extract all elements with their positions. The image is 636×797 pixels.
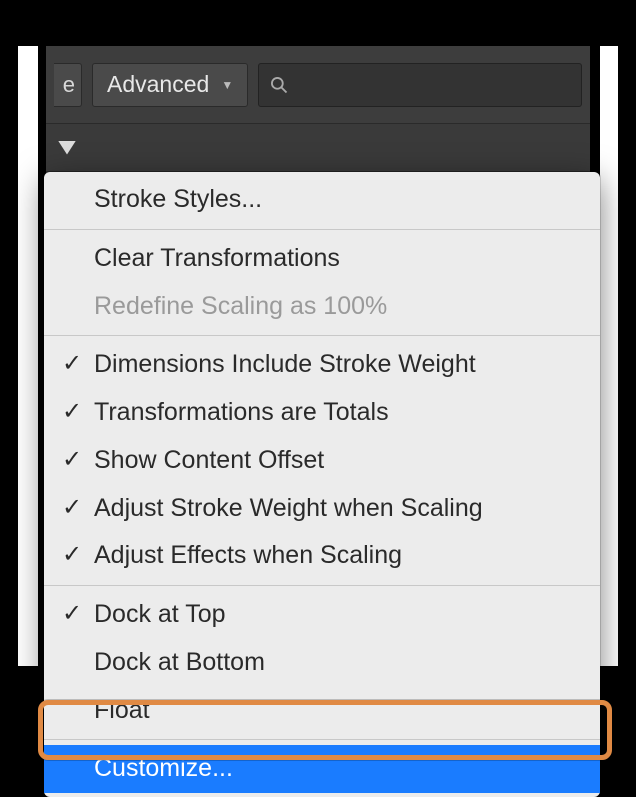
menu-item-adjust-stroke-weight-when-scaling[interactable]: Adjust Stroke Weight when Scaling (44, 485, 600, 533)
menu-item-stroke-styles[interactable]: Stroke Styles... (44, 176, 600, 224)
menu-item-clear-transformations[interactable]: Clear Transformations (44, 235, 600, 283)
menu-separator (44, 229, 600, 230)
tab-fragment[interactable]: e (54, 63, 82, 107)
menu-separator (44, 335, 600, 336)
menu-item-adjust-effects-when-scaling[interactable]: Adjust Effects when Scaling (44, 532, 600, 580)
menu-item-dimensions-include-stroke-weight[interactable]: Dimensions Include Stroke Weight (44, 341, 600, 389)
menu-item-dock-at-top[interactable]: Dock at Top (44, 591, 600, 639)
frame: e Advanced ▼ Stroke Styles... Clear Trans… (8, 8, 628, 776)
advanced-label: Advanced (107, 71, 209, 98)
panel-header (46, 124, 590, 172)
menu-item-show-content-offset[interactable]: Show Content Offset (44, 437, 600, 485)
menu-item-transformations-are-totals[interactable]: Transformations are Totals (44, 389, 600, 437)
search-input[interactable] (258, 63, 582, 107)
search-icon (269, 75, 289, 95)
panel-menu: Stroke Styles... Clear TransformationsRed… (44, 172, 600, 797)
chevron-down-icon: ▼ (221, 78, 233, 92)
panel-menu-trigger[interactable] (58, 141, 76, 155)
decoration-left (18, 46, 38, 666)
decoration-right (600, 46, 618, 666)
menu-item-float[interactable]: Float (44, 687, 600, 735)
menu-item-dock-at-bottom[interactable]: Dock at Bottom (44, 639, 600, 687)
menu-item-redefine-scaling-as-100: Redefine Scaling as 100% (44, 283, 600, 331)
menu-item-customize[interactable]: Customize... (44, 745, 600, 793)
menu-separator (44, 585, 600, 586)
advanced-dropdown[interactable]: Advanced ▼ (92, 63, 248, 107)
toolbar: e Advanced ▼ (46, 46, 590, 124)
menu-separator (44, 739, 600, 740)
